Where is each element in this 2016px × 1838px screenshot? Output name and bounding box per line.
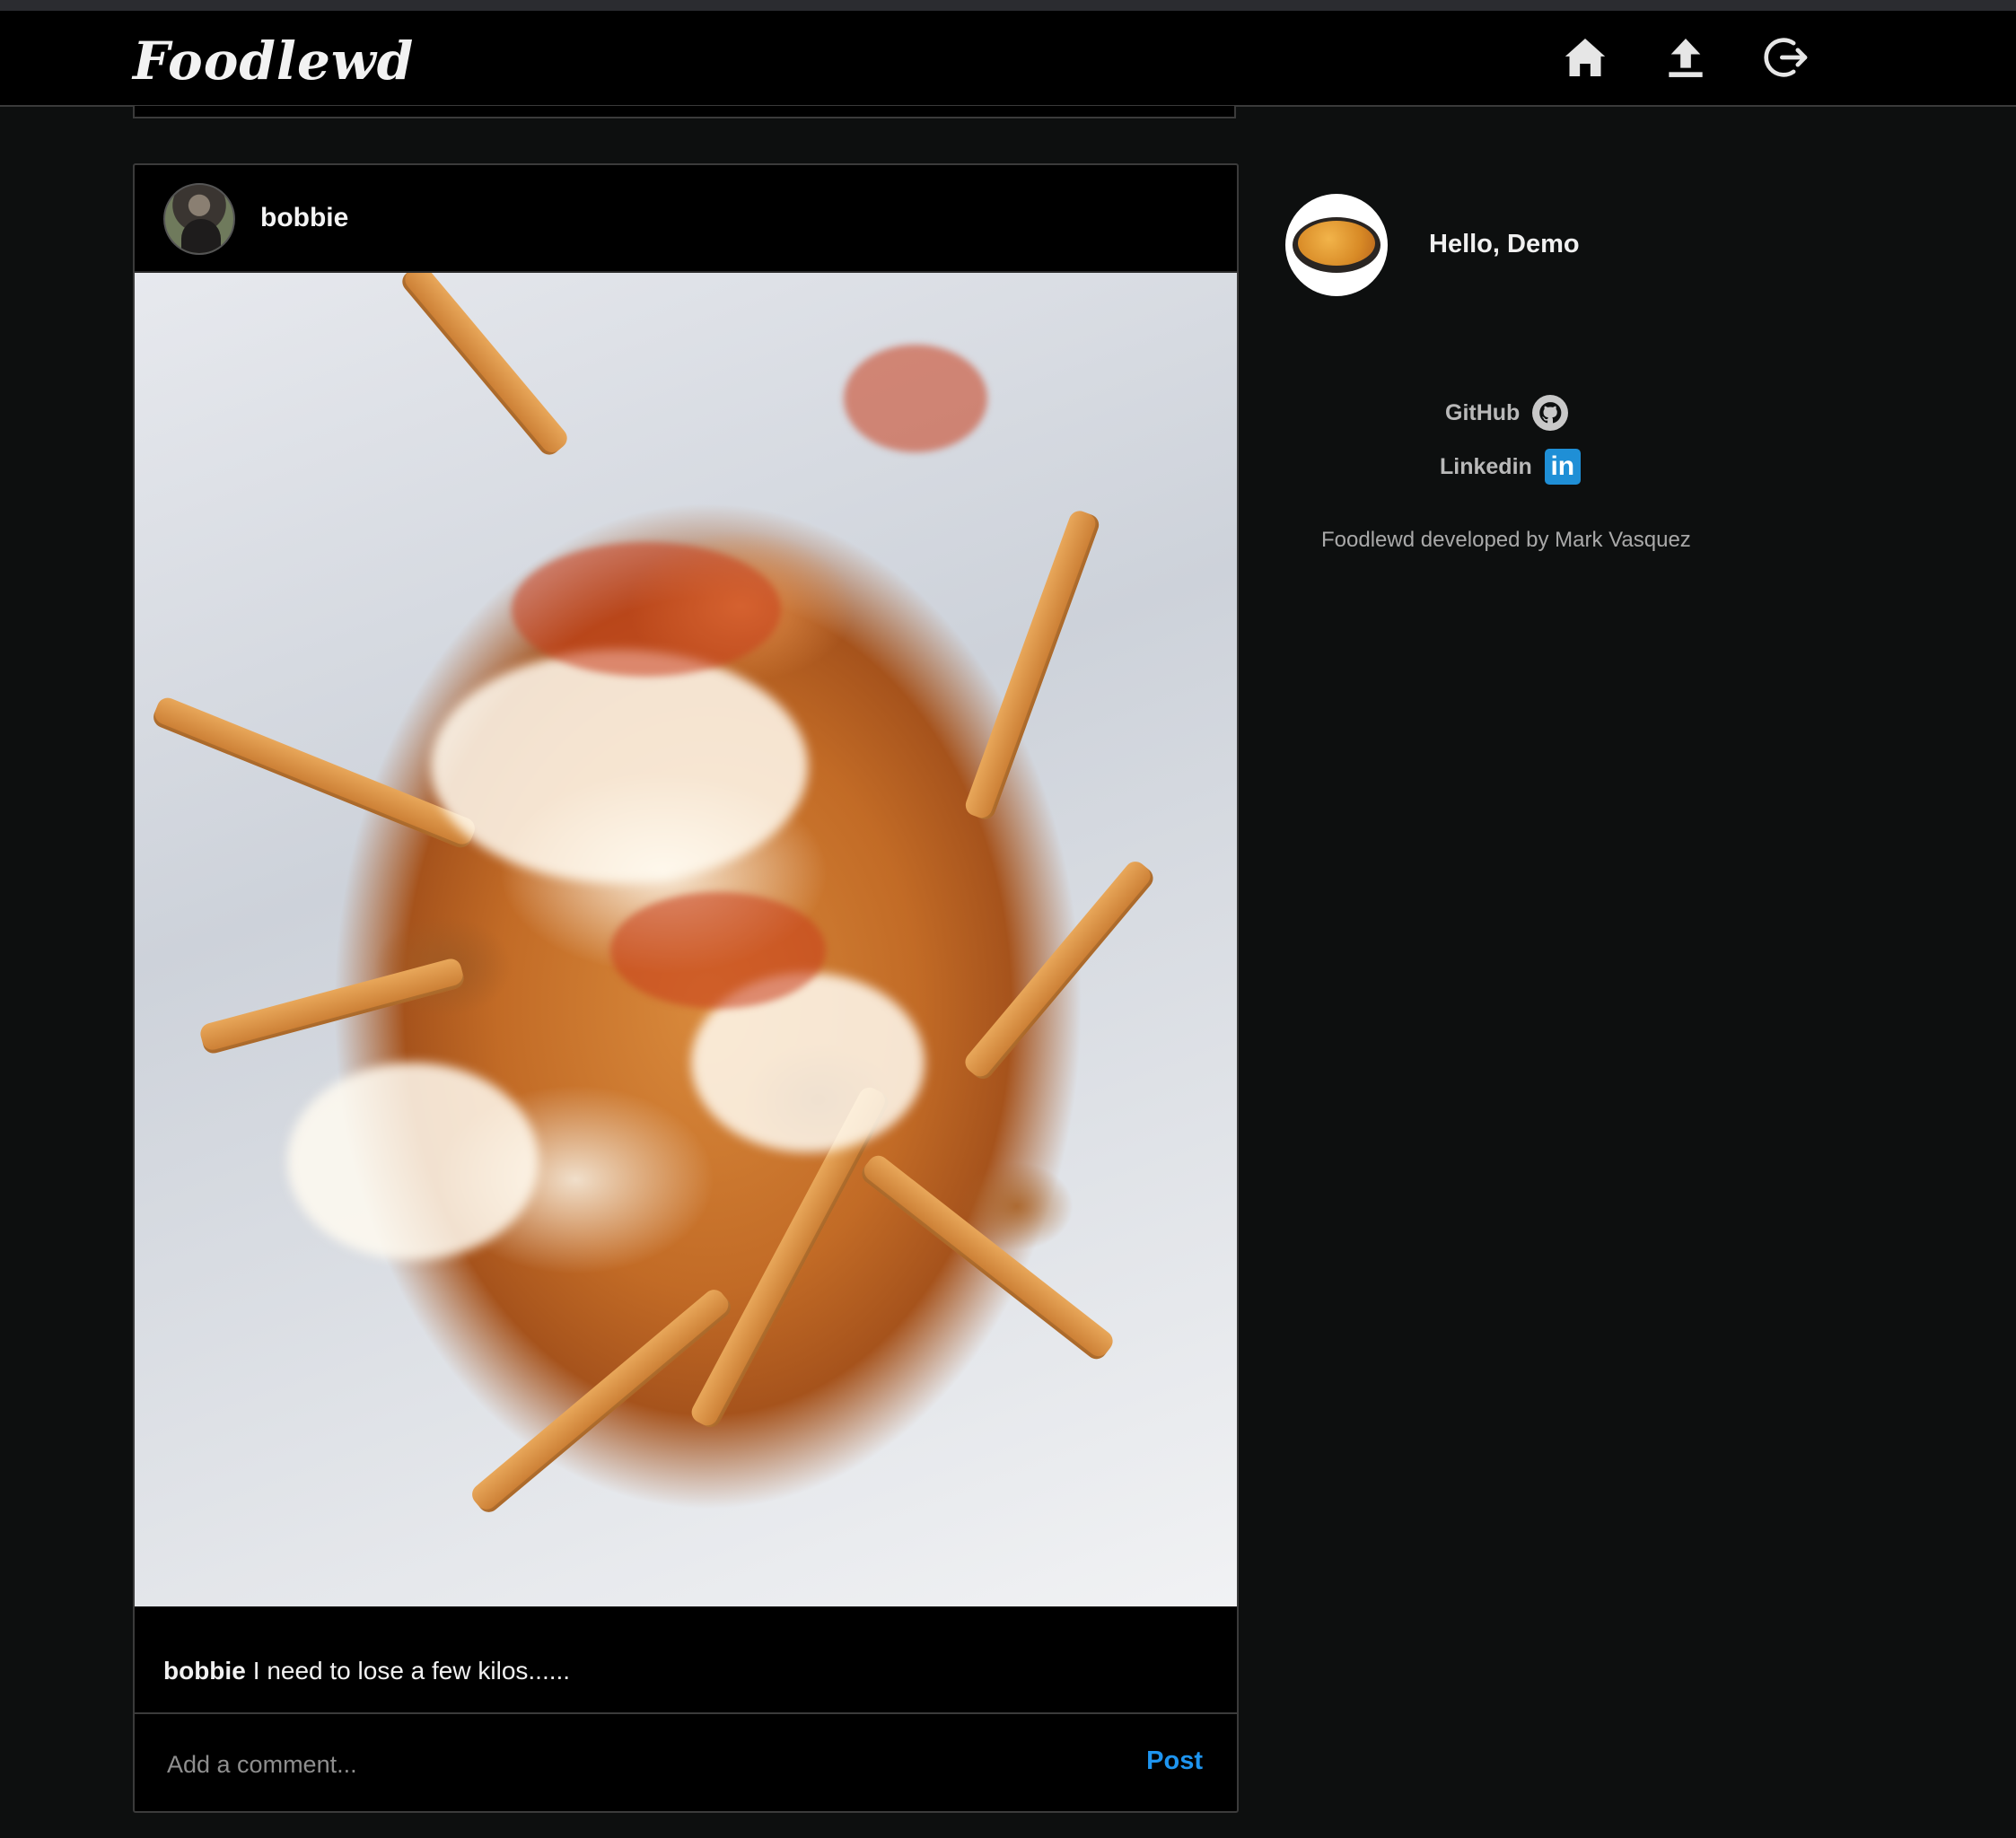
fry (197, 956, 467, 1056)
fry (960, 857, 1158, 1083)
developer-credit: Foodlewd developed by Mark Vasquez (1321, 528, 1691, 552)
navbar: Foodlewd (0, 11, 2016, 107)
comment-bar: Post (135, 1712, 1237, 1811)
logout-icon-graphic (1764, 38, 1808, 77)
author-avatar-figure (181, 219, 221, 253)
fry (962, 508, 1102, 822)
upload-icon[interactable] (1659, 31, 1713, 84)
cheese (431, 650, 808, 883)
caption-username[interactable]: bobbie (163, 1657, 246, 1685)
caption-text: I need to lose a few kilos...... (252, 1657, 571, 1685)
post-header: bobbie (135, 165, 1237, 273)
logout-icon[interactable] (1759, 31, 1813, 84)
post-comment-button[interactable]: Post (1146, 1746, 1203, 1776)
linkedin-link[interactable]: Linkedin in (1440, 449, 1581, 485)
github-link[interactable]: GitHub (1445, 395, 1569, 431)
sauce (512, 542, 781, 677)
linkedin-label: Linkedin (1440, 453, 1532, 479)
github-label: GitHub (1445, 399, 1521, 425)
post-card: bobbie bobbie I need to lose a few kilos.… (133, 163, 1239, 1813)
home-icon-graphic (1565, 39, 1606, 76)
post-image (135, 273, 1237, 1606)
upload-icon-graphic (1669, 39, 1703, 77)
author-name[interactable]: bobbie (260, 203, 348, 233)
user-greeting: Hello, Demo (1429, 230, 1580, 258)
browser-top-strip (0, 0, 2016, 11)
fry (857, 1151, 1118, 1364)
fry (398, 273, 572, 460)
sauce (844, 345, 987, 452)
avatar-food (1298, 221, 1375, 266)
author-avatar[interactable] (163, 183, 235, 255)
home-icon[interactable] (1558, 31, 1612, 84)
linkedin-icon: in (1544, 449, 1581, 485)
cheese (287, 1063, 539, 1260)
github-icon (1532, 395, 1569, 431)
post-caption: bobbie I need to lose a few kilos...... (163, 1657, 570, 1685)
comment-input[interactable] (165, 1739, 1066, 1790)
sauce (610, 892, 826, 1009)
fry (150, 695, 478, 851)
brand-logo[interactable]: Foodlewd (133, 31, 414, 92)
user-avatar[interactable] (1285, 194, 1388, 296)
github-icon-graphic (1539, 402, 1562, 424)
previous-post-card-edge (133, 106, 1236, 118)
